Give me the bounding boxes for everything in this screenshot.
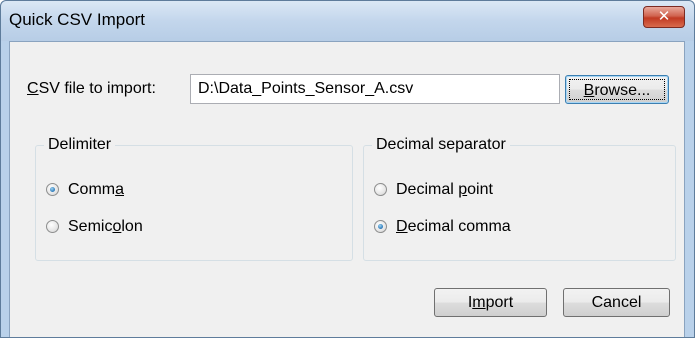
title-bar[interactable]: Quick CSV Import ✕ bbox=[1, 1, 694, 41]
dialog-window: Quick CSV Import ✕ CSV file to import: B… bbox=[0, 0, 695, 338]
decimal-separator-group: Decimal separator Decimal point Decimal … bbox=[363, 136, 676, 261]
window-title: Quick CSV Import bbox=[9, 10, 146, 29]
delimiter-group-title: Delimiter bbox=[44, 136, 116, 154]
dialog-body: CSV file to import: Browse... Delimiter … bbox=[9, 41, 685, 337]
comma-label: Comma bbox=[68, 181, 125, 198]
semicolon-label: Semicolon bbox=[68, 218, 143, 235]
csv-file-label: CSV file to import: bbox=[27, 80, 156, 97]
browse-button[interactable]: Browse... bbox=[565, 75, 669, 104]
csv-file-input[interactable] bbox=[190, 74, 560, 104]
decimal-point-label: Decimal point bbox=[396, 181, 493, 198]
semicolon-radio[interactable] bbox=[46, 220, 59, 233]
delimiter-group: Delimiter Comma Semicolon bbox=[35, 136, 353, 261]
close-icon: ✕ bbox=[657, 7, 671, 25]
decimal-comma-label: Decimal comma bbox=[396, 218, 511, 235]
import-button[interactable]: Import bbox=[434, 288, 547, 317]
cancel-button[interactable]: Cancel bbox=[563, 288, 670, 317]
decimal-point-radio[interactable] bbox=[374, 183, 387, 196]
close-button[interactable]: ✕ bbox=[643, 6, 685, 28]
decimal-comma-radio[interactable] bbox=[374, 220, 387, 233]
decimal-group-title: Decimal separator bbox=[372, 136, 510, 154]
comma-radio[interactable] bbox=[46, 183, 59, 196]
